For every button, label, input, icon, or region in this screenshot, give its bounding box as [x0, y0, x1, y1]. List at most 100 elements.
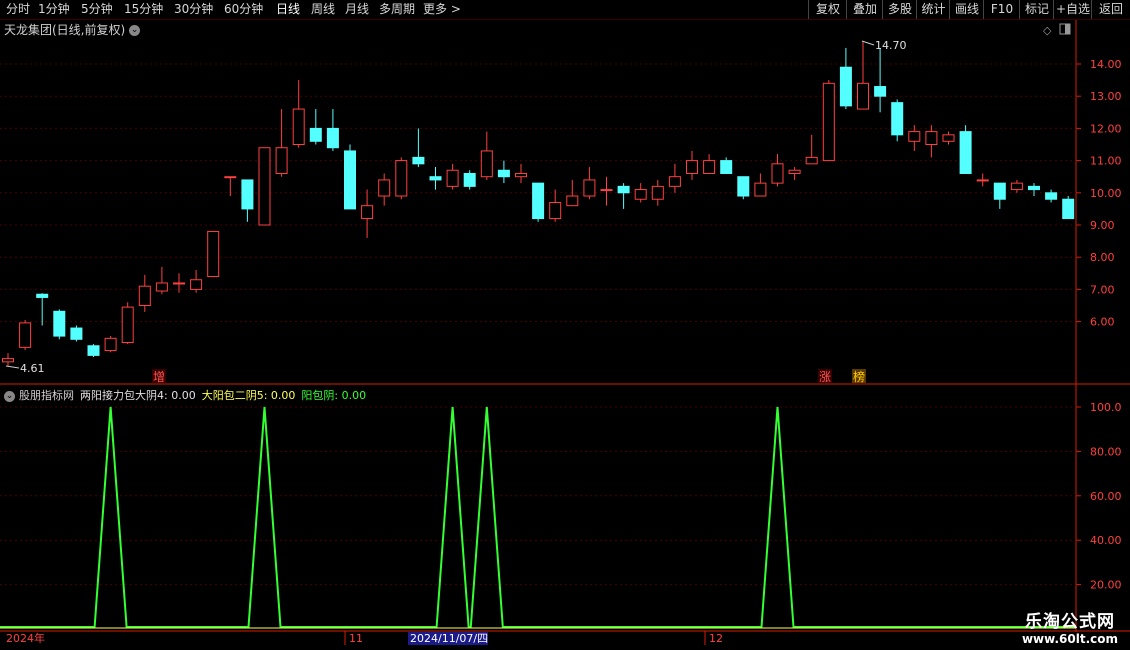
candle [224, 176, 237, 197]
candle-body [1010, 182, 1023, 191]
candle [515, 163, 527, 184]
overlay-button[interactable]: 叠加 [846, 0, 883, 19]
candle [908, 125, 921, 151]
price-tick-label: 13.00 [1090, 90, 1122, 103]
candle [993, 182, 1006, 209]
candle [241, 179, 254, 222]
price-axis: 14.00 13.00 12.00 11.00 10.00 9.00 8.00 7.00 6.0… [1076, 58, 1122, 329]
candle-body [720, 160, 733, 174]
low-marker: 4.61 [5, 362, 45, 375]
period-toolbar: 分时 1分钟 5分钟 15分钟 30分钟 60分钟 日线 周线 月线 多周期 更… [0, 0, 1130, 20]
candle [446, 163, 459, 190]
indicator-title: ⌄ 股朋指标网 两阳接力包大阴4: 0.00 大阳包二阴5: 0.00 阳包阴: 0.0… [4, 387, 372, 403]
high-marker: 14.70 [861, 39, 907, 52]
fuquan-button[interactable]: 复权 [808, 0, 847, 19]
yang-bao-yin-line [0, 406, 1076, 628]
candle [292, 80, 305, 148]
chevron-down-icon[interactable]: ⌄ [4, 390, 15, 402]
candle [275, 109, 288, 177]
chevron-down-icon[interactable]: ⌄ [129, 25, 141, 36]
marker-zhang[interactable]: 涨 [819, 369, 831, 384]
candle-body [1028, 185, 1040, 191]
period-tab-monthly[interactable]: 月线 [345, 1, 369, 17]
candle-body [207, 230, 220, 278]
mark-button[interactable]: 标记 [1019, 0, 1054, 19]
candle [583, 167, 596, 200]
candle [771, 154, 784, 187]
period-tab-more[interactable]: 更多 > [423, 1, 461, 17]
add-watchlist-button[interactable]: +自选 [1053, 0, 1092, 19]
period-tab-5min[interactable]: 5分钟 [81, 1, 113, 17]
candle-body [549, 201, 562, 220]
candle [703, 154, 716, 174]
candle [258, 147, 271, 226]
candle-body [309, 127, 322, 142]
candle [857, 41, 869, 110]
candle [822, 80, 835, 162]
candle [309, 109, 322, 145]
low-price-label: 4.61 [20, 362, 45, 375]
candle-body [771, 163, 784, 184]
candle-body [361, 205, 374, 220]
candle [36, 293, 49, 326]
price-tick-label: 14.00 [1090, 58, 1122, 71]
date-label-year: 2024年 [6, 631, 45, 645]
multi-stock-button[interactable]: 多股 [882, 0, 917, 19]
candle [1045, 189, 1058, 203]
period-tab-15min[interactable]: 15分钟 [124, 1, 163, 17]
period-tab-fenshi[interactable]: 分时 [6, 1, 30, 17]
marker-bang[interactable]: 榜 [853, 369, 865, 384]
candle [53, 309, 66, 340]
candle [617, 183, 630, 209]
candle-body [224, 176, 237, 179]
candlestick-series [2, 41, 1075, 367]
candle-body [463, 172, 476, 187]
marker-zeng[interactable]: 增 [153, 370, 165, 384]
stats-button[interactable]: 统计 [916, 0, 950, 19]
candle [361, 189, 374, 238]
candle-body [634, 189, 647, 200]
candle-body [395, 160, 408, 197]
date-cursor-box [408, 632, 488, 645]
candle-body [566, 195, 579, 207]
candle [532, 182, 545, 222]
site-watermark: 乐淘公式网 www.60lt.com [1022, 607, 1118, 646]
candle-body [121, 306, 134, 344]
candle-body [617, 185, 630, 194]
period-tab-60min[interactable]: 60分钟 [224, 1, 263, 17]
indicator-value-1: 两阳接力包大阴4: 0.00 [80, 389, 196, 402]
f10-button[interactable]: F10 [983, 0, 1020, 19]
candle [925, 125, 938, 158]
candle [891, 99, 904, 142]
candle-body [532, 182, 545, 220]
date-label-dec: 12 [709, 632, 723, 645]
candle-body [275, 147, 288, 174]
candle-body [600, 189, 613, 192]
candle [1010, 179, 1023, 193]
date-axis: 2024年 11 2024/11/07/四 12 [6, 631, 723, 645]
draw-line-button[interactable]: 画线 [949, 0, 984, 19]
candle-body [53, 310, 66, 337]
period-tab-daily[interactable]: 日线 [276, 1, 300, 17]
panel-toggle-icon[interactable] [1059, 23, 1071, 35]
candle-body [292, 108, 305, 145]
period-tab-weekly[interactable]: 周线 [311, 1, 335, 17]
candle [2, 353, 14, 367]
back-button[interactable]: 返回 [1091, 0, 1130, 19]
period-tab-30min[interactable]: 30分钟 [174, 1, 213, 17]
diamond-icon[interactable]: ◇ [1043, 24, 1052, 37]
candle [121, 302, 134, 345]
candle-body [788, 169, 801, 174]
candle [207, 230, 220, 278]
candle-body [344, 150, 356, 210]
high-price-label: 14.70 [875, 39, 907, 52]
period-tab-1min[interactable]: 1分钟 [38, 1, 70, 17]
candle [737, 176, 750, 200]
indicator-tick-label: 20.00 [1090, 579, 1122, 592]
candle [788, 167, 801, 180]
indicator-tick-label: 60.00 [1090, 490, 1122, 503]
indicator-name: 股朋指标网 [19, 389, 74, 402]
candle-body [993, 182, 1006, 200]
period-tab-multi[interactable]: 多周期 [379, 1, 415, 17]
price-tick-label: 7.00 [1090, 283, 1115, 296]
